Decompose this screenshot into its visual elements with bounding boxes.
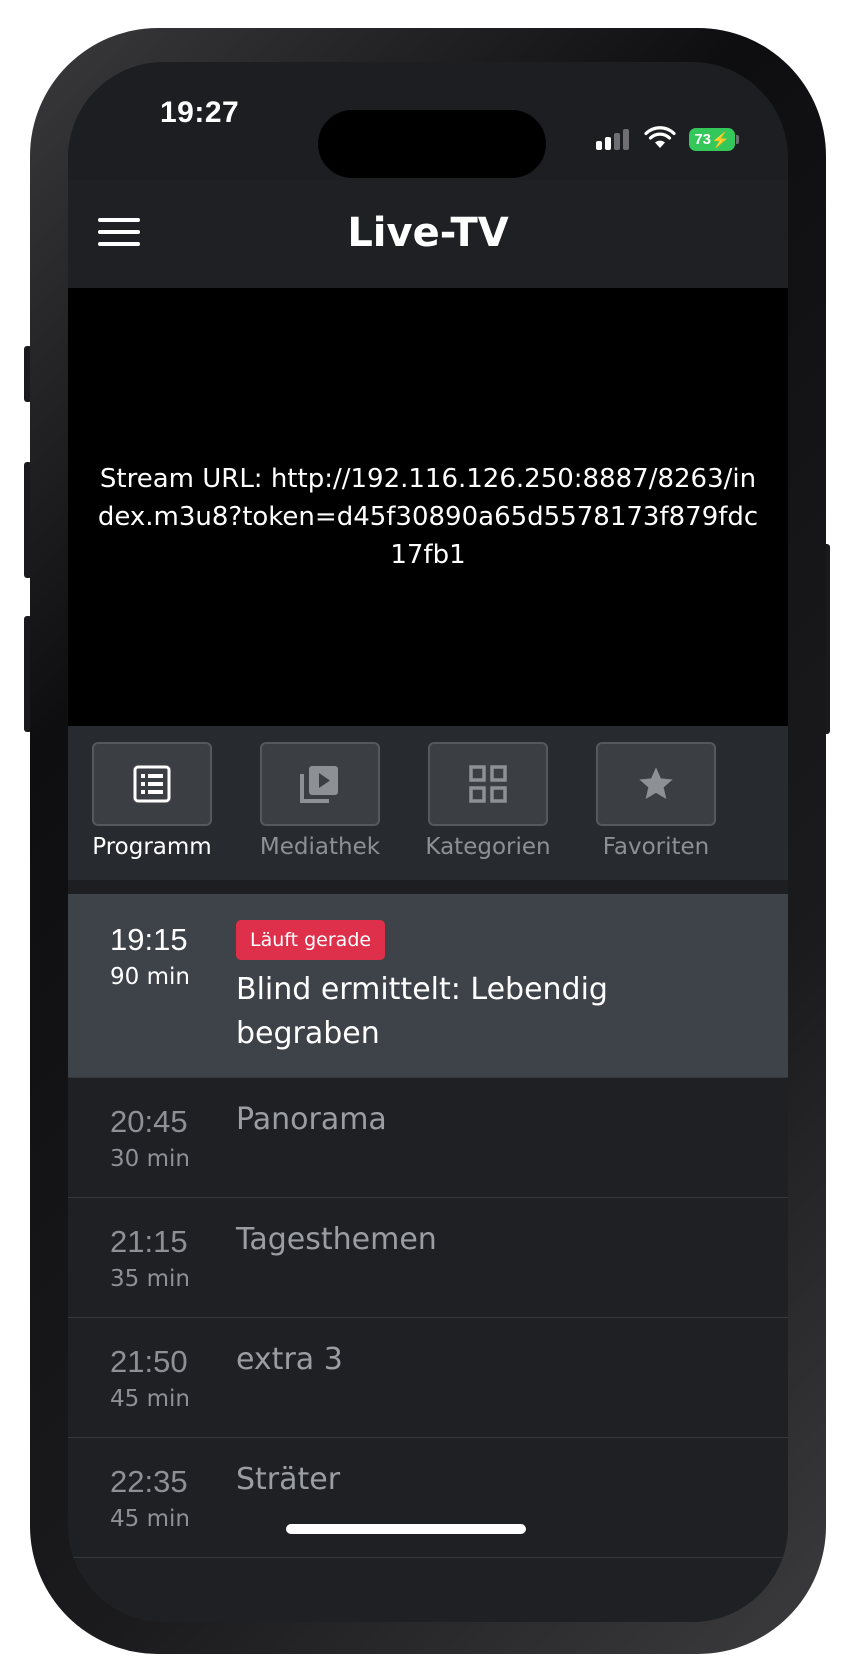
tab-label: Programm — [92, 834, 212, 860]
program-title: Sträter — [236, 1462, 341, 1497]
battery-level: 73 — [694, 131, 711, 148]
program-time: 19:15 — [110, 922, 188, 957]
battery-cap — [736, 135, 739, 144]
program-duration: 45 min — [110, 1386, 190, 1412]
tab-mediathek-button[interactable] — [260, 742, 380, 826]
program-row[interactable]: 21:50 45 min extra 3 — [68, 1318, 788, 1438]
video-library-icon — [300, 766, 338, 803]
tab-favoriten-button[interactable] — [596, 742, 716, 826]
tab-label: Mediathek — [259, 834, 381, 860]
screen: 19:27 73 ⚡ Live-TV Stream URL: http://192… — [68, 62, 788, 1622]
tab-mediathek[interactable]: Mediathek — [236, 726, 404, 880]
tab-label: Kategorien — [425, 834, 551, 860]
status-time: 19:27 — [160, 96, 240, 129]
home-indicator[interactable] — [286, 1524, 526, 1534]
cellular-signal-icon — [596, 128, 632, 150]
app-header: Live-TV — [68, 180, 788, 288]
program-duration: 30 min — [110, 1146, 190, 1172]
program-title: Blind ermittelt: Lebendig begraben — [236, 972, 608, 1051]
program-duration: 35 min — [110, 1266, 190, 1292]
program-title: Panorama — [236, 1102, 387, 1137]
wifi-icon — [644, 126, 676, 148]
tab-label: Favoriten — [602, 834, 710, 860]
dynamic-island — [318, 110, 546, 178]
tab-programm-button[interactable] — [92, 742, 212, 826]
program-duration: 45 min — [110, 1506, 190, 1532]
tab-favoriten[interactable]: Favoriten — [572, 726, 740, 880]
page-title: Live-TV — [347, 210, 509, 256]
program-row[interactable]: 22:35 45 min Sträter — [68, 1438, 788, 1558]
program-title: extra 3 — [236, 1342, 343, 1377]
grid-icon — [469, 765, 507, 803]
list-icon — [133, 765, 171, 803]
program-row-current[interactable]: 19:15 90 min Läuft gerade Blind ermittel… — [68, 894, 788, 1078]
tab-bar: Programm Mediathek Kategorien Favoriten — [68, 726, 788, 880]
program-time: 22:35 — [110, 1464, 188, 1499]
program-time: 20:45 — [110, 1104, 188, 1139]
battery-icon: 73 ⚡ — [689, 128, 735, 151]
live-badge: Läuft gerade — [236, 920, 386, 960]
video-player[interactable]: Stream URL: http://192.116.126.250:8887/… — [68, 288, 788, 726]
program-title: Tagesthemen — [236, 1222, 437, 1257]
program-time: 21:50 — [110, 1344, 188, 1379]
tab-kategorien-button[interactable] — [428, 742, 548, 826]
program-row[interactable]: 21:15 35 min Tagesthemen — [68, 1198, 788, 1318]
program-row[interactable]: 20:45 30 min Panorama — [68, 1078, 788, 1198]
program-list: 19:15 90 min Läuft gerade Blind ermittel… — [68, 894, 788, 1622]
program-duration: 90 min — [110, 964, 190, 990]
tab-programm[interactable]: Programm — [68, 726, 236, 880]
program-time: 21:15 — [110, 1224, 188, 1259]
phone-frame: 19:27 73 ⚡ Live-TV Stream URL: http://192… — [30, 28, 826, 1654]
status-bar: 19:27 73 ⚡ — [68, 62, 788, 180]
tab-kategorien[interactable]: Kategorien — [404, 726, 572, 880]
stream-url-text: Stream URL: http://192.116.126.250:8887/… — [97, 464, 759, 570]
star-icon — [639, 767, 673, 799]
